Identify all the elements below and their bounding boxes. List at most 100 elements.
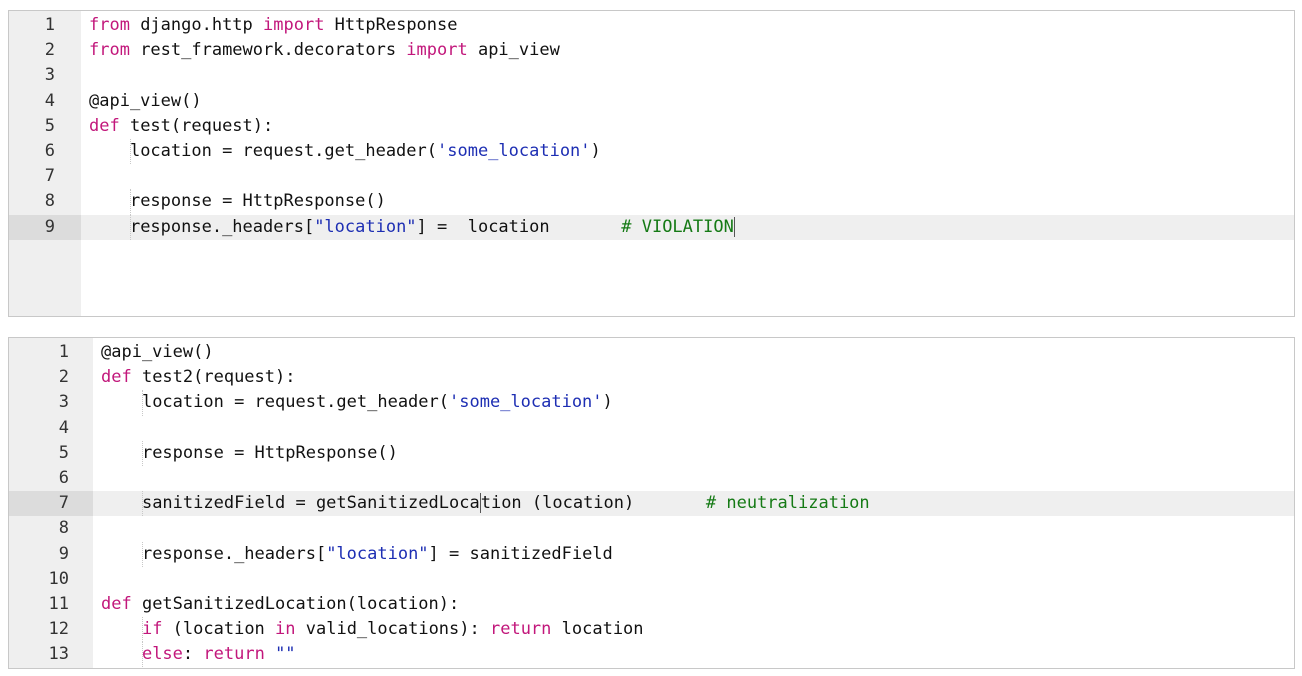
code-token: test(request): (119, 115, 274, 136)
code-text[interactable]: response = HttpResponse() (101, 440, 398, 466)
line-number: 6 (58, 467, 69, 488)
code-line[interactable]: 4 (9, 416, 1294, 441)
code-token: location = request.get_header( (129, 140, 437, 161)
code-token: sanitizedField = getSanitizedLoca (141, 493, 480, 514)
code-token: ] = sanitizedField (428, 543, 613, 564)
line-number: 1 (44, 15, 55, 35)
code-text[interactable]: def getSanitizedLocation(location): (101, 592, 459, 617)
code-line[interactable]: 11 def getSanitizedLocation(location): (9, 592, 1294, 617)
text-cursor (733, 216, 735, 237)
string-token: "location" (326, 543, 429, 564)
code-line[interactable]: 12 if (location in valid_locations): ret… (9, 617, 1294, 643)
code-token: (location (162, 619, 276, 640)
keyword-token: import (263, 15, 325, 35)
line-number: 9 (58, 543, 69, 564)
code-line[interactable]: 9 response._headers["location"] = locati… (9, 214, 1294, 240)
code-token: response._headers[ (129, 216, 315, 237)
code-line[interactable]: 4 @api_view() (9, 89, 1294, 114)
keyword-token: from (89, 15, 130, 35)
line-number: 2 (58, 367, 69, 388)
code-line[interactable]: 8 response = HttpResponse() (9, 189, 1294, 215)
code-line[interactable]: 2 from rest_framework.decorators import a… (9, 38, 1294, 63)
code-token: HttpResponse (324, 15, 458, 35)
code-line[interactable]: 5 def test(request): (9, 114, 1294, 139)
code-token: api_view (467, 40, 560, 61)
code-token: django.http (129, 15, 264, 35)
line-number: 3 (58, 392, 69, 413)
code-text[interactable]: else: return "" (101, 642, 296, 668)
code-text[interactable]: def test2(request): (101, 365, 295, 390)
line-number: 7 (9, 491, 93, 517)
line-number: 5 (44, 115, 55, 136)
comment-token: # neutralization (705, 493, 870, 514)
string-token: "" (275, 644, 296, 665)
code-token: response = HttpResponse() (141, 442, 398, 463)
string-token: 'some_location' (449, 392, 603, 413)
line-number: 4 (58, 417, 69, 438)
code-line[interactable]: 3 (9, 63, 1294, 88)
code-text[interactable]: from rest_framework.decorators import ap… (89, 38, 560, 63)
keyword-token: return (203, 644, 265, 665)
keyword-token: def (89, 115, 120, 136)
code-token: ) (602, 392, 613, 413)
keyword-token: else (141, 644, 183, 665)
code-line[interactable]: 6 location = request.get_header('some_lo… (9, 138, 1294, 165)
code-text[interactable]: response._headers["location"] = location… (89, 214, 735, 240)
code-token: ) (590, 140, 601, 161)
code-line[interactable]: 7 sanitizedField = getSanitizedLocation … (9, 491, 1294, 517)
line-number: 8 (58, 518, 69, 539)
line-number: 1 (58, 342, 69, 362)
code-line[interactable]: 3 location = request.get_header('some_lo… (9, 390, 1294, 416)
line-number: 10 (48, 568, 69, 589)
code-text[interactable]: sanitizedField = getSanitizedLocation (l… (101, 491, 870, 517)
code-text[interactable]: location = request.get_header('some_loca… (89, 138, 601, 165)
code-token: @api_view() (89, 90, 202, 111)
line-number: 2 (44, 40, 55, 61)
code-text[interactable]: from django.http import HttpResponse (89, 13, 458, 38)
code-text[interactable]: location = request.get_header('some_loca… (101, 390, 613, 416)
string-token: 'some_location' (437, 140, 591, 161)
code-token: valid_locations): (295, 619, 490, 640)
code-line[interactable]: 9 response._headers["location"] = saniti… (9, 541, 1294, 567)
code-editor-violation[interactable]: 1 from django.http import HttpResponse 2 fr… (8, 10, 1295, 317)
code-token: rest_framework.decorators (129, 40, 407, 61)
code-line[interactable]: 13 else: return "" (9, 642, 1294, 668)
code-token: @api_view() (101, 342, 214, 362)
code-token: response._headers[ (141, 543, 327, 564)
code-text[interactable]: response._headers["location"] = sanitize… (101, 541, 613, 567)
code-line[interactable]: 10 (9, 567, 1294, 592)
code-line[interactable]: 8 (9, 516, 1294, 541)
code-line[interactable]: 6 (9, 466, 1294, 491)
code-token: location (551, 619, 644, 640)
code-line[interactable]: 1 from django.http import HttpResponse (9, 13, 1294, 38)
code-text[interactable]: @api_view() (89, 89, 202, 114)
keyword-token: from (89, 40, 130, 61)
code-token: location = request.get_header( (141, 392, 449, 413)
code-line[interactable]: 5 response = HttpResponse() (9, 440, 1294, 466)
code-line[interactable]: 2 def test2(request): (9, 365, 1294, 390)
line-number: 7 (44, 166, 55, 187)
keyword-token: def (101, 367, 132, 388)
code-text[interactable]: if (location in valid_locations): return… (101, 617, 644, 643)
line-number: 13 (48, 644, 69, 665)
line-number: 9 (9, 214, 81, 240)
keyword-token: def (101, 593, 132, 614)
code-token: test2(request): (131, 367, 296, 388)
code-token: ] = location (416, 216, 622, 237)
comment-token: # VIOLATION (621, 216, 734, 237)
code-lines: 1 from django.http import HttpResponse 2 fr… (9, 13, 1294, 240)
line-number: 12 (48, 619, 69, 640)
keyword-token: import (406, 40, 468, 61)
code-line[interactable]: 7 (9, 164, 1294, 189)
code-text[interactable]: response = HttpResponse() (89, 189, 386, 215)
line-number: 11 (48, 593, 69, 614)
code-editor-neutralization[interactable]: 1 @api_view() 2 def test2(request): 3 locati… (8, 337, 1295, 669)
line-number: 6 (44, 140, 55, 161)
keyword-token: in (275, 619, 296, 640)
code-text[interactable]: def test(request): (89, 114, 273, 139)
code-token: : (182, 644, 204, 665)
code-line[interactable]: 1 @api_view() (9, 340, 1294, 365)
code-text[interactable]: @api_view() (101, 340, 214, 365)
code-token: response = HttpResponse() (129, 191, 386, 212)
